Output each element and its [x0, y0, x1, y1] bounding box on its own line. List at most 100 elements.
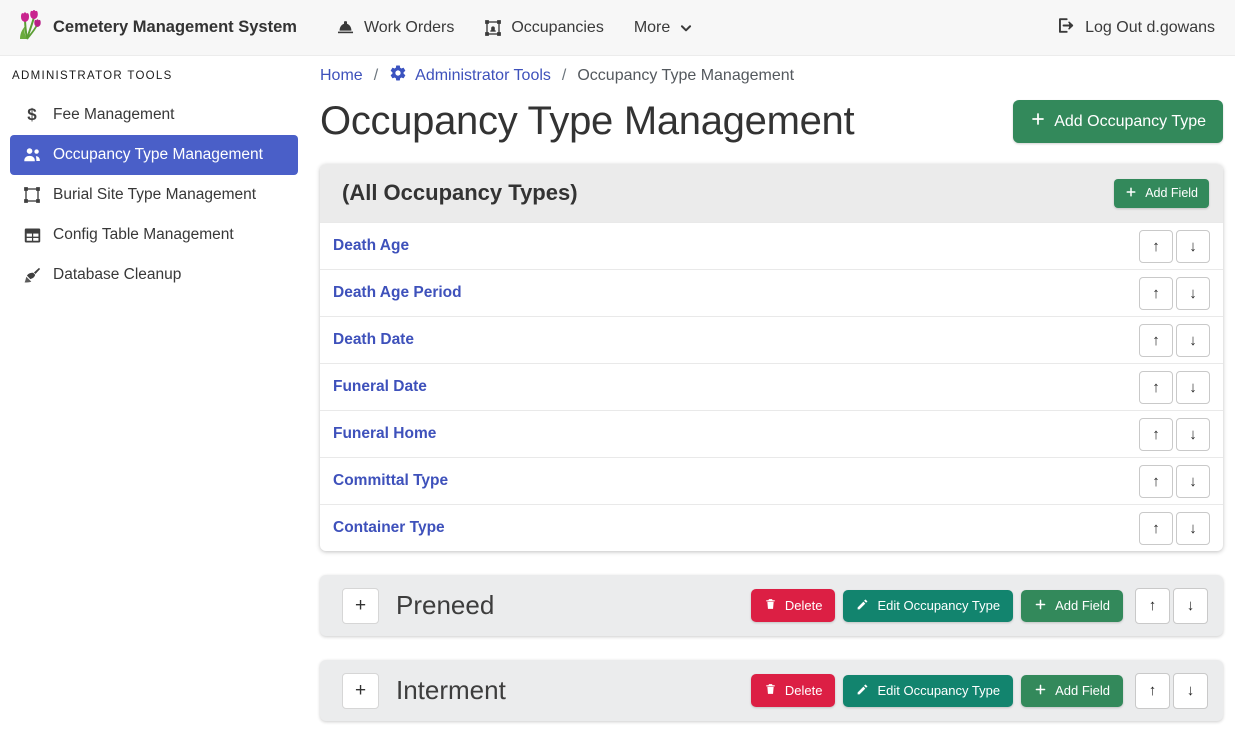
plus-icon: [1030, 111, 1046, 132]
move-down-button[interactable]: ↓: [1176, 512, 1210, 545]
gear-icon: [389, 64, 407, 87]
add-field-button[interactable]: Add Field: [1021, 675, 1123, 707]
add-field-button[interactable]: Add Field: [1021, 590, 1123, 622]
arrow-down-icon: ↓: [1187, 597, 1195, 614]
sidebar-item-label: Burial Site Type Management: [53, 186, 256, 204]
move-up-button[interactable]: ↑: [1139, 324, 1173, 357]
sidebar-item-label: Config Table Management: [53, 226, 234, 244]
arrow-up-icon: ↑: [1152, 473, 1160, 490]
broom-icon: [20, 266, 44, 285]
section-actions: Delete Edit Occupancy Type Add Field ↑ ↓: [751, 673, 1208, 709]
arrow-up-icon: ↑: [1149, 597, 1157, 614]
sidebar-heading: ADMINISTRATOR TOOLS: [0, 64, 310, 95]
edit-occupancy-type-button[interactable]: Edit Occupancy Type: [843, 590, 1013, 622]
pencil-icon: [856, 683, 869, 699]
tulip-logo-icon: [16, 10, 42, 45]
all-occupancy-types-card: (All Occupancy Types) Add Field Death Ag…: [320, 164, 1223, 551]
move-down-button[interactable]: ↓: [1176, 418, 1210, 451]
move-up-button[interactable]: ↑: [1135, 588, 1170, 624]
sidebar-item-burial-site-type-management[interactable]: Burial Site Type Management: [10, 175, 298, 215]
reorder-controls: ↑ ↓: [1139, 324, 1210, 357]
users-icon: [20, 146, 44, 164]
edit-occupancy-type-label: Edit Occupancy Type: [877, 598, 1000, 613]
arrow-up-icon: ↑: [1149, 682, 1157, 699]
field-link[interactable]: Container Type: [333, 519, 445, 537]
arrow-up-icon: ↑: [1152, 285, 1160, 302]
move-down-button[interactable]: ↓: [1176, 371, 1210, 404]
arrow-down-icon: ↓: [1189, 332, 1197, 349]
logout-link[interactable]: Log Out d.gowans: [1056, 16, 1219, 40]
reorder-controls: ↑ ↓: [1139, 230, 1210, 263]
sidebar-item-database-cleanup[interactable]: Database Cleanup: [10, 255, 298, 295]
add-occupancy-type-label: Add Occupancy Type: [1054, 113, 1206, 131]
delete-label: Delete: [785, 598, 823, 613]
card-header: (All Occupancy Types) Add Field: [320, 164, 1223, 222]
breadcrumb-separator: /: [374, 67, 378, 85]
sidebar-item-label: Database Cleanup: [53, 266, 181, 284]
arrow-up-icon: ↑: [1152, 426, 1160, 443]
move-up-button[interactable]: ↑: [1139, 371, 1173, 404]
move-down-button[interactable]: ↓: [1173, 588, 1208, 624]
sidebar-item-label: Fee Management: [53, 106, 175, 124]
field-link[interactable]: Death Age Period: [333, 284, 462, 302]
field-row: Death Age ↑ ↓: [320, 222, 1223, 269]
add-occupancy-type-button[interactable]: Add Occupancy Type: [1013, 100, 1223, 143]
move-up-button[interactable]: ↑: [1139, 465, 1173, 498]
reorder-controls: ↑ ↓: [1135, 588, 1208, 624]
nav-label: Work Orders: [364, 19, 454, 37]
sidebar-item-occupancy-type-management[interactable]: Occupancy Type Management: [10, 135, 298, 175]
move-down-button[interactable]: ↓: [1176, 230, 1210, 263]
sidebar-item-label: Occupancy Type Management: [53, 146, 263, 164]
main-content: Home / Administrator Tools / Occupancy T…: [320, 56, 1223, 721]
section-title: Preneed: [396, 590, 751, 621]
breadcrumb-admin-tools[interactable]: Administrator Tools: [389, 64, 551, 87]
vector-square-icon: [20, 186, 44, 204]
sidebar-item-config-table-management[interactable]: Config Table Management: [10, 215, 298, 255]
plus-icon: +: [355, 680, 366, 702]
breadcrumb-home[interactable]: Home: [320, 67, 363, 85]
expand-button[interactable]: +: [342, 588, 379, 624]
field-row: Funeral Date ↑ ↓: [320, 363, 1223, 410]
move-up-button[interactable]: ↑: [1139, 230, 1173, 263]
move-up-button[interactable]: ↑: [1139, 418, 1173, 451]
plus-icon: [1125, 186, 1137, 201]
arrow-down-icon: ↓: [1189, 285, 1197, 302]
nav-occupancies[interactable]: Occupancies: [469, 11, 619, 45]
plus-icon: [1034, 598, 1047, 614]
arrow-down-icon: ↓: [1187, 682, 1195, 699]
field-link[interactable]: Death Date: [333, 331, 414, 349]
nav-work-orders[interactable]: Work Orders: [321, 10, 469, 45]
arrow-up-icon: ↑: [1152, 238, 1160, 255]
arrow-up-icon: ↑: [1152, 379, 1160, 396]
move-up-button[interactable]: ↑: [1139, 512, 1173, 545]
move-down-button[interactable]: ↓: [1176, 277, 1210, 310]
arrow-down-icon: ↓: [1189, 426, 1197, 443]
field-link[interactable]: Funeral Home: [333, 425, 436, 443]
edit-occupancy-type-button[interactable]: Edit Occupancy Type: [843, 675, 1013, 707]
add-field-button[interactable]: Add Field: [1114, 179, 1209, 208]
reorder-controls: ↑ ↓: [1139, 418, 1210, 451]
logout-label: Log Out d.gowans: [1085, 19, 1215, 37]
move-down-button[interactable]: ↓: [1173, 673, 1208, 709]
nav-more[interactable]: More: [619, 11, 708, 45]
edit-occupancy-type-label: Edit Occupancy Type: [877, 683, 1000, 698]
hard-hat-icon: [336, 18, 355, 37]
move-down-button[interactable]: ↓: [1176, 324, 1210, 357]
app-brand[interactable]: Cemetery Management System: [16, 10, 297, 45]
delete-button[interactable]: Delete: [751, 674, 836, 707]
field-link[interactable]: Death Age: [333, 237, 409, 255]
delete-button[interactable]: Delete: [751, 589, 836, 622]
move-up-button[interactable]: ↑: [1135, 673, 1170, 709]
trash-icon: [764, 682, 777, 699]
chevron-down-icon: [679, 21, 693, 35]
move-up-button[interactable]: ↑: [1139, 277, 1173, 310]
add-field-label: Add Field: [1145, 186, 1198, 200]
move-down-button[interactable]: ↓: [1176, 465, 1210, 498]
card-title: (All Occupancy Types): [342, 180, 578, 206]
field-link[interactable]: Committal Type: [333, 472, 448, 490]
field-row: Death Age Period ↑ ↓: [320, 269, 1223, 316]
field-link[interactable]: Funeral Date: [333, 378, 427, 396]
sidebar-item-fee-management[interactable]: $ Fee Management: [10, 95, 298, 135]
title-row: Occupancy Type Management Add Occupancy …: [320, 99, 1223, 144]
expand-button[interactable]: +: [342, 673, 379, 709]
